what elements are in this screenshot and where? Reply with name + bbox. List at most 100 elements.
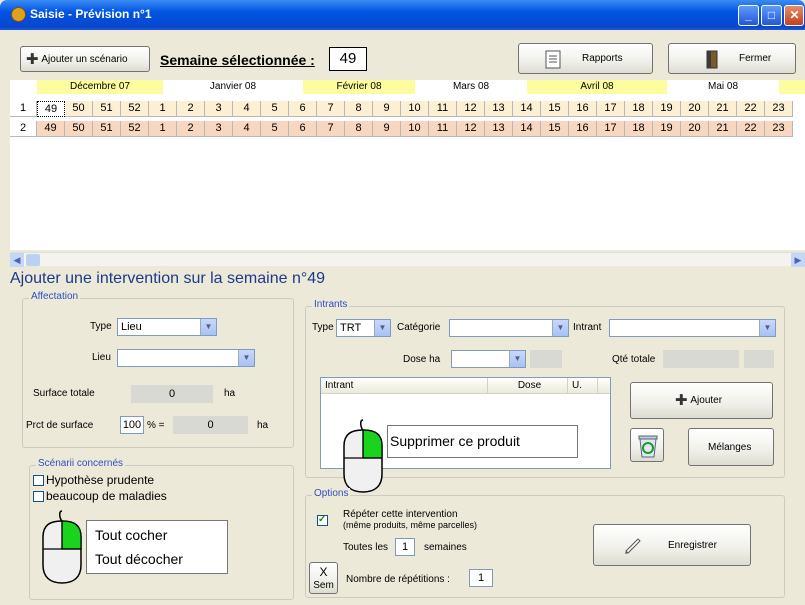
week-cell[interactable]: 12: [457, 121, 485, 137]
col-intrant[interactable]: Intrant: [321, 378, 488, 394]
every-label: Toutes les: [343, 542, 389, 553]
sem-button[interactable]: X Sem: [309, 562, 338, 594]
week-cell[interactable]: 11: [429, 101, 457, 117]
month-header-cell: Avril 08: [527, 80, 667, 94]
week-cell[interactable]: 12: [457, 101, 485, 117]
week-cell[interactable]: 52: [121, 101, 149, 117]
col-dose[interactable]: Dose: [488, 378, 568, 394]
week-cell[interactable]: 20: [681, 121, 709, 137]
week-cell[interactable]: 51: [93, 121, 121, 137]
week-cell[interactable]: 22: [737, 121, 765, 137]
reports-button[interactable]: Rapports: [518, 43, 653, 74]
uncheck-all-item[interactable]: Tout décocher: [95, 551, 183, 567]
week-cell[interactable]: 1: [149, 121, 177, 137]
week-cell[interactable]: 23: [765, 101, 793, 117]
minimize-button[interactable]: _: [738, 5, 759, 26]
week-cell[interactable]: 15: [541, 101, 569, 117]
week-cell[interactable]: 21: [709, 121, 737, 137]
week-cell[interactable]: 15: [541, 121, 569, 137]
dose-select[interactable]: ▼: [451, 350, 526, 368]
week-cell[interactable]: 14: [513, 121, 541, 137]
week-cell[interactable]: 1: [149, 101, 177, 117]
week-cell[interactable]: 49: [37, 121, 65, 137]
col-u[interactable]: U.: [568, 378, 598, 394]
week-cell[interactable]: 49: [37, 101, 65, 117]
week-cell[interactable]: 8: [345, 101, 373, 117]
week-cell[interactable]: 13: [485, 121, 513, 137]
week-cell[interactable]: 6: [289, 101, 317, 117]
week-cell[interactable]: 4: [233, 121, 261, 137]
every-input[interactable]: 1: [395, 538, 415, 556]
week-cell[interactable]: 7: [317, 101, 345, 117]
week-cell[interactable]: 11: [429, 121, 457, 137]
add-scenario-button[interactable]: ✚ Ajouter un scénario: [20, 46, 150, 72]
sem-label: Sem: [313, 580, 334, 591]
week-cell[interactable]: 21: [709, 101, 737, 117]
planning-grid[interactable]: Décembre 07 Janvier 08 Février 08 Mars 0…: [10, 80, 805, 250]
scroll-left-icon[interactable]: ◀: [10, 253, 24, 267]
scenario-row[interactable]: 1 49 50 51 52 1 2 3 4 5 6 7 8 9 10 11 12 13 14 15 16 17 18 19 20…: [10, 101, 805, 117]
week-cell[interactable]: 8: [345, 121, 373, 137]
repeat-checkbox[interactable]: [317, 514, 328, 526]
intrant-type-label: Type: [312, 322, 334, 333]
week-cell[interactable]: 51: [93, 101, 121, 117]
surface-unit: ha: [224, 388, 236, 399]
categorie-select[interactable]: ▼: [449, 319, 569, 337]
week-cell[interactable]: 9: [373, 121, 401, 137]
scenario-checkbox[interactable]: [33, 475, 44, 486]
prct-input[interactable]: 100: [120, 416, 144, 434]
save-button[interactable]: Enregistrer: [593, 524, 751, 566]
intrant-type-select[interactable]: TRT ▼: [336, 319, 391, 337]
week-cell[interactable]: 19: [653, 121, 681, 137]
week-cell[interactable]: 16: [569, 121, 597, 137]
week-cell[interactable]: 13: [485, 101, 513, 117]
lieu-select[interactable]: ▼: [117, 349, 255, 367]
week-cell[interactable]: 7: [317, 121, 345, 137]
check-all-item[interactable]: Tout cocher: [95, 527, 167, 543]
month-header-cell: Février 08: [303, 80, 415, 94]
week-cell[interactable]: 16: [569, 101, 597, 117]
week-cell[interactable]: 2: [177, 121, 205, 137]
close-form-button[interactable]: Fermer: [668, 43, 796, 74]
week-cell[interactable]: 14: [513, 101, 541, 117]
scroll-thumb[interactable]: [26, 254, 40, 266]
horizontal-scrollbar[interactable]: ◀ ▶: [10, 252, 805, 267]
mouse-right-click-icon: [343, 419, 383, 493]
week-cell[interactable]: 50: [65, 121, 93, 137]
semaine-value[interactable]: 49: [329, 47, 367, 71]
scenario-checkbox[interactable]: [33, 491, 44, 502]
recycle-button[interactable]: [630, 428, 664, 462]
week-cell[interactable]: 3: [205, 121, 233, 137]
week-cell[interactable]: 4: [233, 101, 261, 117]
week-cell[interactable]: 22: [737, 101, 765, 117]
type-select[interactable]: Lieu ▼: [117, 318, 217, 336]
week-cell[interactable]: 18: [625, 101, 653, 117]
week-cell[interactable]: 18: [625, 121, 653, 137]
week-cell[interactable]: 9: [373, 101, 401, 117]
week-cell[interactable]: 5: [261, 121, 289, 137]
week-cell[interactable]: 23: [765, 121, 793, 137]
intrant-type-value: TRT: [340, 322, 362, 334]
add-intrant-button[interactable]: ✚ Ajouter: [630, 382, 773, 419]
maximize-button[interactable]: □: [761, 5, 782, 26]
week-cell[interactable]: 10: [401, 121, 429, 137]
week-cell[interactable]: 6: [289, 121, 317, 137]
nb-repeat-input[interactable]: 1: [469, 569, 493, 587]
add-intrant-label: Ajouter: [690, 395, 723, 406]
week-cell[interactable]: 19: [653, 101, 681, 117]
week-cell[interactable]: 20: [681, 101, 709, 117]
week-cell[interactable]: 50: [65, 101, 93, 117]
delete-product-item[interactable]: Supprimer ce produit: [390, 433, 520, 449]
week-cell[interactable]: 52: [121, 121, 149, 137]
intrant-select[interactable]: ▼: [609, 319, 776, 337]
melanges-button[interactable]: Mélanges: [688, 428, 774, 466]
week-cell[interactable]: 17: [597, 121, 625, 137]
scroll-right-icon[interactable]: ▶: [791, 253, 805, 267]
scenario-row[interactable]: 2 49 50 51 52 1 2 3 4 5 6 7 8 9 10 11 12 13 14 15 16 17 18 19 20…: [10, 121, 805, 137]
week-cell[interactable]: 5: [261, 101, 289, 117]
week-cell[interactable]: 10: [401, 101, 429, 117]
week-cell[interactable]: 2: [177, 101, 205, 117]
week-cell[interactable]: 3: [205, 101, 233, 117]
week-cell[interactable]: 17: [597, 101, 625, 117]
close-window-button[interactable]: ✕: [784, 5, 804, 26]
